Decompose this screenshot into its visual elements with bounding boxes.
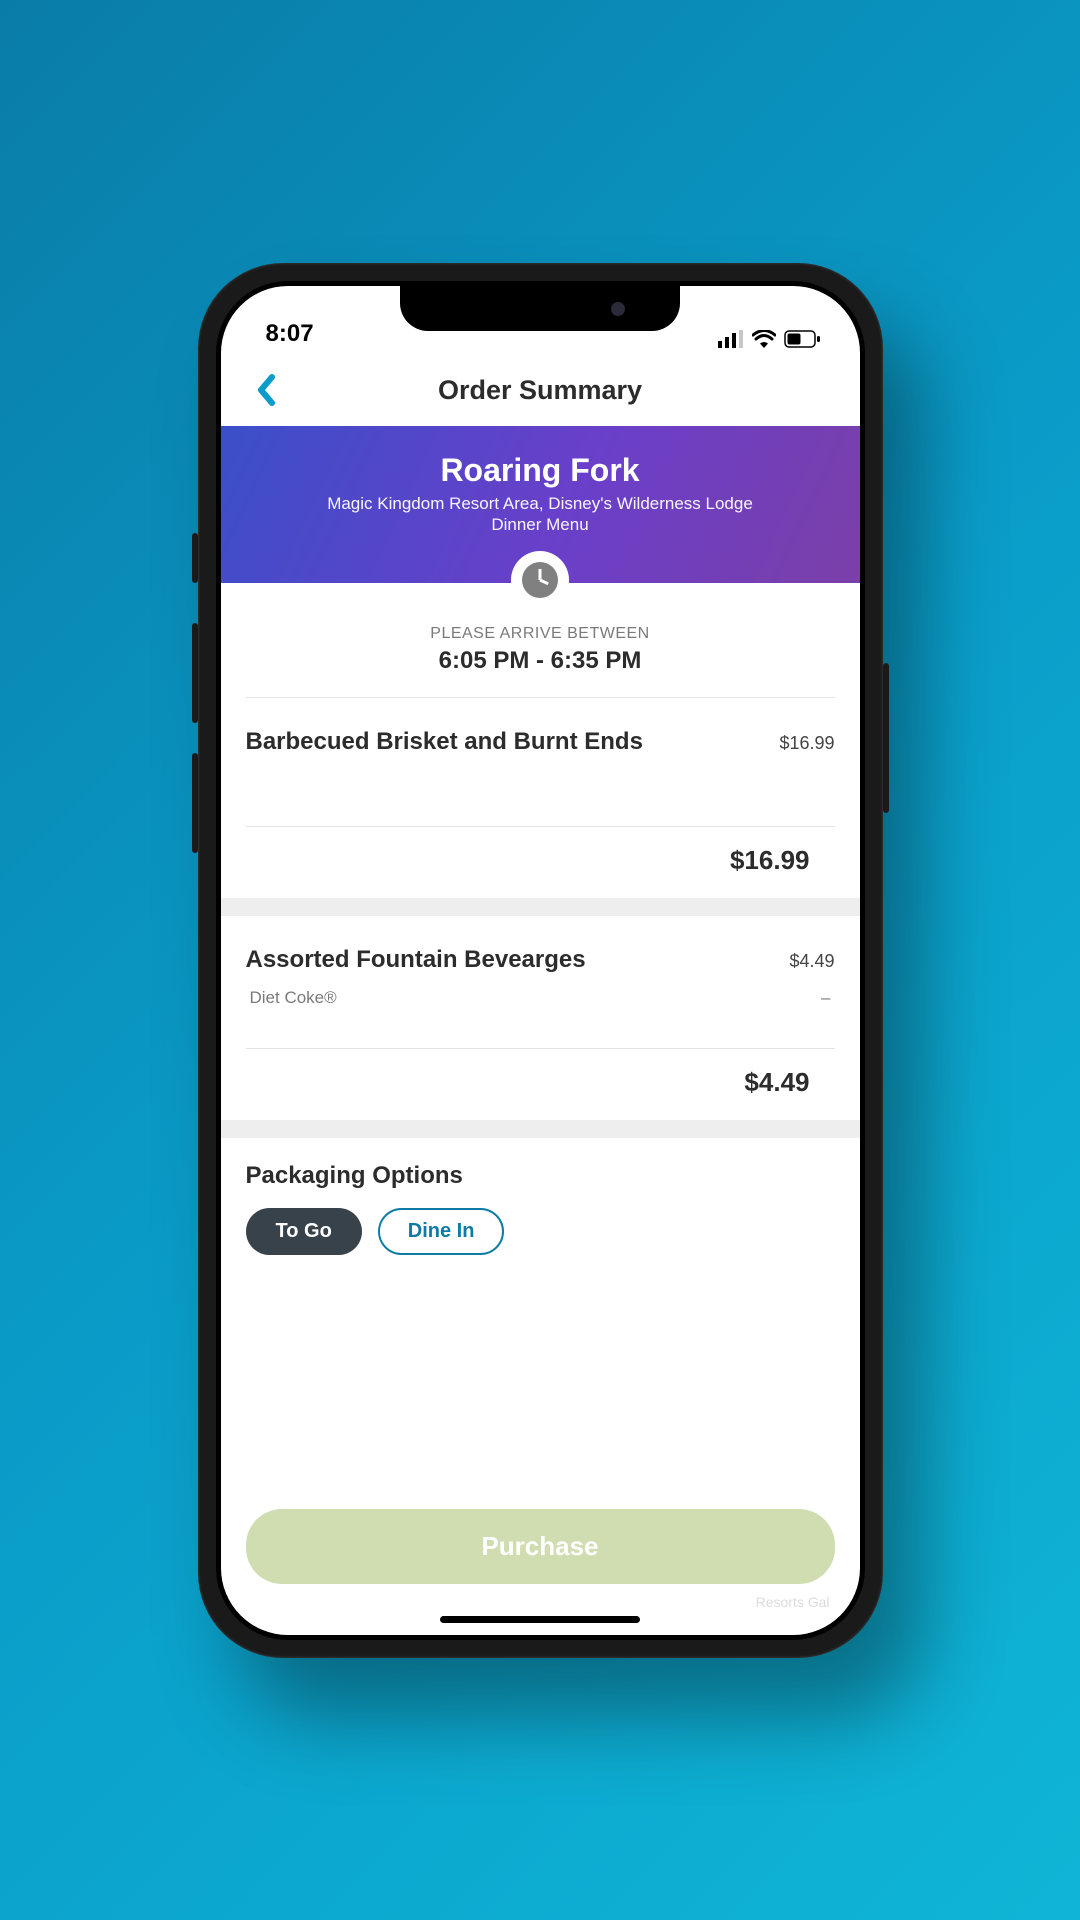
battery-icon [784, 330, 820, 348]
item-subtotal: $4.49 [246, 1048, 835, 1120]
restaurant-name: Roaring Fork [251, 452, 830, 489]
item-name: Barbecued Brisket and Burnt Ends [246, 728, 643, 756]
home-indicator[interactable] [440, 1616, 640, 1623]
packaging-section: Packaging Options To Go Dine In [221, 1138, 860, 1275]
volume-up-button [192, 623, 198, 723]
status-icons [718, 330, 820, 348]
divider [221, 898, 860, 916]
item-option-value: – [821, 988, 830, 1008]
content-scroll[interactable]: PLEASE ARRIVE BETWEEN 6:05 PM - 6:35 PM … [221, 583, 860, 1495]
clock-icon [522, 562, 558, 598]
status-time: 8:07 [266, 320, 314, 348]
item-price: $16.99 [779, 733, 834, 754]
packaging-title: Packaging Options [246, 1162, 835, 1190]
item-price: $4.49 [789, 951, 834, 972]
arrival-window: 6:05 PM - 6:35 PM [246, 647, 835, 675]
wifi-icon [752, 330, 776, 348]
power-button [883, 663, 889, 813]
page-title: Order Summary [438, 375, 642, 406]
purchase-bar: Purchase [221, 1495, 860, 1594]
purchase-button[interactable]: Purchase [246, 1509, 835, 1584]
restaurant-menu: Dinner Menu [251, 515, 830, 535]
phone-frame: 8:07 Order Summary Roaring Fork Magic Ki… [198, 263, 883, 1658]
cellular-icon [718, 330, 744, 348]
restaurant-location: Magic Kingdom Resort Area, Disney's Wild… [251, 493, 830, 515]
divider [221, 1120, 860, 1138]
item-subtotal: $16.99 [246, 826, 835, 898]
item-option-label: Diet Coke® [250, 988, 337, 1008]
order-item: Assorted Fountain Bevearges $4.49 Diet C… [221, 916, 860, 1008]
packaging-options: To Go Dine In [246, 1208, 835, 1255]
restaurant-header: Roaring Fork Magic Kingdom Resort Area, … [221, 426, 860, 583]
screen: 8:07 Order Summary Roaring Fork Magic Ki… [221, 286, 860, 1635]
order-item: Barbecued Brisket and Burnt Ends $16.99 [221, 698, 860, 756]
watermark: Resorts Gal [221, 1594, 860, 1610]
volume-down-button [192, 753, 198, 853]
packaging-option-togo[interactable]: To Go [246, 1208, 362, 1255]
chevron-left-icon [256, 374, 276, 406]
arrival-label: PLEASE ARRIVE BETWEEN [246, 625, 835, 643]
packaging-option-dinein[interactable]: Dine In [378, 1208, 505, 1255]
clock-badge [511, 551, 569, 609]
item-name: Assorted Fountain Bevearges [246, 946, 586, 974]
notch [400, 286, 680, 331]
nav-bar: Order Summary [221, 356, 860, 426]
back-button[interactable] [241, 365, 291, 415]
mute-switch [192, 533, 198, 583]
